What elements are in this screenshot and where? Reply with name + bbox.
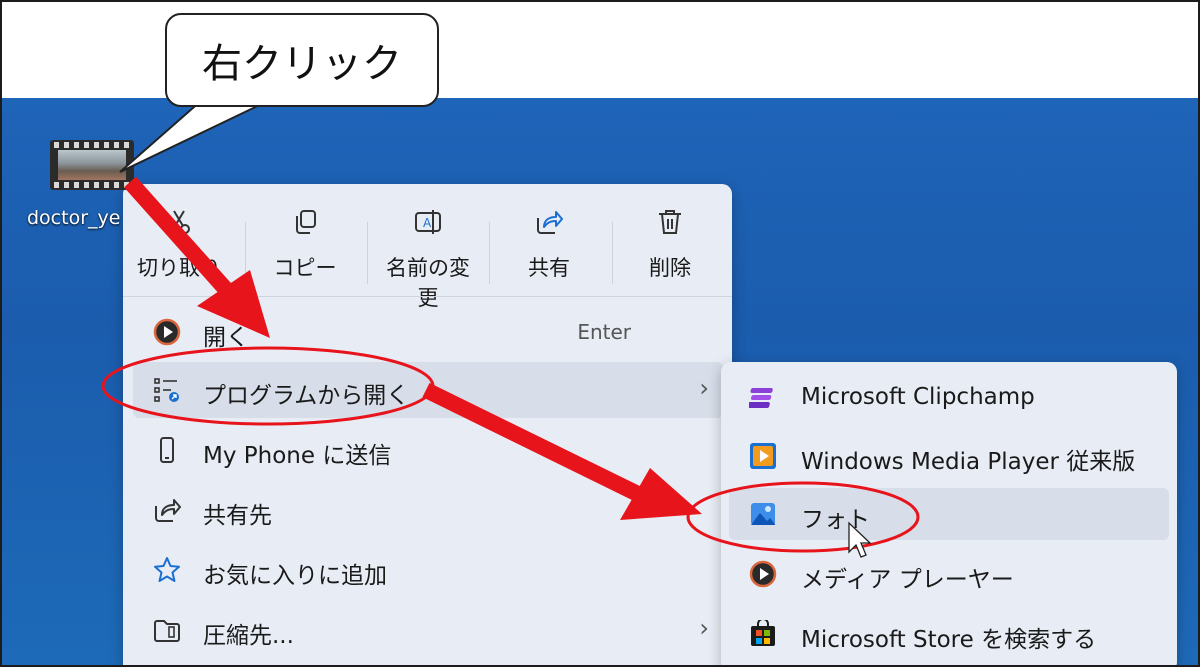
- menu-divider: [123, 296, 732, 297]
- media-player-icon: [153, 318, 181, 346]
- star-icon: [154, 557, 180, 582]
- submenu-item-media-player[interactable]: メディア プレーヤー: [729, 548, 1169, 600]
- menu-item-share-to[interactable]: 共有先: [133, 482, 723, 538]
- menu-item-label: My Phone に送信: [203, 443, 392, 469]
- share-label: 共有: [528, 256, 570, 280]
- menu-item-open[interactable]: 開く Enter: [133, 304, 723, 360]
- store-icon: [751, 620, 775, 646]
- menu-item-compress[interactable]: 圧縮先... ›: [133, 602, 723, 658]
- copy-label: コピー: [273, 256, 337, 280]
- menu-item-label: お気に入りに追加: [203, 563, 387, 589]
- cut-icon: [168, 210, 190, 234]
- screenshot-frame: 右クリック doctor_ye 切り取り コピー A 名前の変更 共有 削除 開…: [0, 0, 1200, 667]
- copy-icon: [296, 210, 316, 234]
- submenu-item-label: Microsoft Store を検索する: [801, 627, 1097, 653]
- photos-icon: [751, 503, 775, 525]
- phone-icon: [160, 437, 174, 463]
- delete-label: 削除: [649, 256, 691, 280]
- share-button[interactable]: 共有: [499, 200, 599, 284]
- delete-button[interactable]: 削除: [620, 200, 720, 284]
- submenu-item-label: Microsoft Clipchamp: [801, 384, 1035, 410]
- submenu-item-label: フォト: [801, 507, 870, 533]
- rename-icon: A: [415, 210, 441, 234]
- share-icon: [537, 211, 563, 234]
- open-with-submenu: Microsoft Clipchamp Windows Media Player…: [721, 362, 1177, 665]
- cut-label: 切り取り: [137, 256, 221, 280]
- svg-text:A: A: [423, 216, 432, 230]
- rename-label: 名前の変更: [386, 256, 470, 310]
- clipchamp-icon: [749, 388, 773, 408]
- submenu-item-clipchamp[interactable]: Microsoft Clipchamp: [729, 372, 1169, 424]
- menu-item-label: 共有先: [203, 503, 272, 529]
- chevron-right-icon: ›: [699, 614, 709, 642]
- submenu-item-photos[interactable]: フォト: [729, 488, 1169, 540]
- menu-item-label: 圧縮先...: [203, 623, 294, 649]
- rename-button[interactable]: A 名前の変更: [378, 200, 478, 310]
- menu-item-open-with[interactable]: プログラムから開く ›: [133, 362, 723, 418]
- submenu-item-label: Windows Media Player 従来版: [801, 449, 1136, 475]
- chevron-right-icon: ›: [699, 374, 709, 402]
- desktop-icon-label[interactable]: doctor_ye: [27, 207, 120, 229]
- cut-button[interactable]: 切り取り: [129, 200, 229, 284]
- windows-media-player-icon: [750, 443, 776, 469]
- media-player-icon: [749, 560, 777, 588]
- open-with-icon: [154, 378, 179, 402]
- right-click-callout: 右クリック: [165, 13, 439, 107]
- context-toolbar: 切り取り コピー A 名前の変更 共有 削除: [123, 200, 732, 310]
- menu-item-label: プログラムから開く: [203, 383, 410, 409]
- menu-item-send-to-phone[interactable]: My Phone に送信: [133, 422, 723, 478]
- menu-item-add-favorite[interactable]: お気に入りに追加: [133, 542, 723, 598]
- submenu-item-label: メディア プレーヤー: [801, 567, 1014, 593]
- submenu-item-wmp-legacy[interactable]: Windows Media Player 従来版: [729, 430, 1169, 482]
- share-icon: [155, 499, 181, 522]
- copy-button[interactable]: コピー: [255, 200, 355, 284]
- submenu-item-store-search[interactable]: Microsoft Store を検索する: [729, 608, 1169, 660]
- context-menu: 切り取り コピー A 名前の変更 共有 削除 開く Enter プログラムから開…: [123, 184, 732, 665]
- delete-icon: [659, 210, 681, 234]
- menu-item-shortcut: Enter: [577, 320, 631, 344]
- zip-icon: [154, 620, 180, 642]
- callout-text: 右クリック: [202, 41, 402, 87]
- menu-item-label: 開く: [203, 325, 249, 351]
